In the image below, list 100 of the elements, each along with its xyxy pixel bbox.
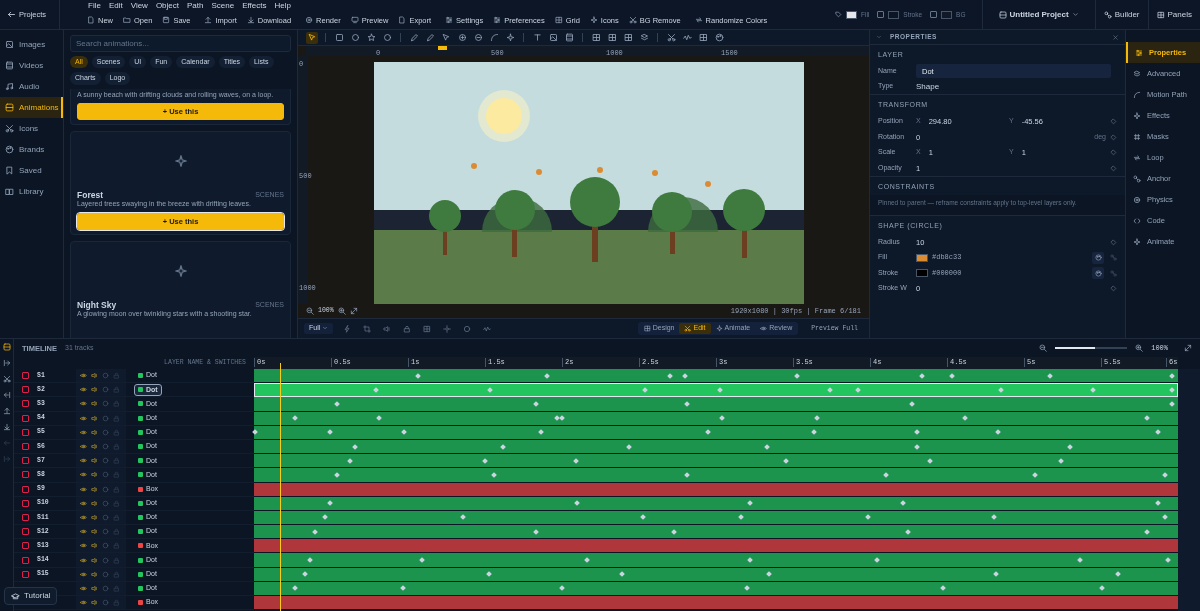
keyframe-marker[interactable] [334, 401, 340, 407]
sidebar-item[interactable]: Images [0, 34, 63, 55]
keyframe-marker[interactable] [538, 429, 545, 436]
color-swatch[interactable] [846, 10, 857, 19]
speaker-icon[interactable] [91, 457, 98, 465]
keyframe-marker[interactable] [1046, 372, 1053, 379]
track-checkbox[interactable] [22, 513, 29, 521]
keyframe-marker[interactable] [855, 386, 862, 393]
eyedropper-button[interactable] [1092, 267, 1104, 280]
speaker-icon[interactable] [91, 485, 98, 493]
speaker-icon[interactable] [91, 556, 98, 564]
keyframe-marker[interactable] [927, 457, 934, 464]
menu-item[interactable]: Path [183, 1, 208, 11]
menu-item[interactable]: View [126, 1, 152, 11]
keyframe-marker[interactable] [738, 514, 744, 521]
speaker-icon[interactable] [91, 542, 98, 550]
tool-button[interactable] [472, 31, 484, 44]
sidebar-item[interactable]: Animations [0, 97, 63, 118]
track-checkbox[interactable] [22, 570, 29, 578]
menu-item[interactable]: Scene [207, 1, 239, 11]
keyframe-marker[interactable] [414, 372, 421, 379]
header-button[interactable]: Builder [1094, 0, 1148, 29]
track-lane[interactable] [254, 596, 1178, 611]
lock-icon[interactable] [113, 372, 120, 380]
eye-icon[interactable] [80, 528, 87, 536]
keyframe-marker[interactable] [291, 415, 298, 421]
track-checkbox[interactable] [22, 400, 29, 408]
tool-button[interactable] [697, 31, 709, 44]
keyframe-marker[interactable] [1067, 443, 1073, 450]
tool-button[interactable] [622, 31, 634, 44]
keyframe-marker[interactable] [1162, 472, 1168, 478]
track-lane[interactable] [254, 369, 1178, 384]
menu-item[interactable]: Object [151, 1, 183, 11]
keyframe-marker[interactable] [351, 443, 358, 450]
keyframe-marker[interactable] [499, 443, 506, 450]
keyframe-marker[interactable] [1169, 386, 1176, 393]
keyframe-marker[interactable] [684, 472, 691, 478]
track-checkbox[interactable] [22, 556, 29, 564]
tool-button[interactable] [488, 31, 500, 44]
keyframe-marker[interactable] [718, 415, 725, 421]
eye-icon[interactable] [80, 372, 87, 380]
circle-icon[interactable] [102, 443, 109, 451]
track-checkbox[interactable] [22, 414, 29, 422]
keyframe-marker[interactable] [995, 429, 1001, 436]
speaker-icon[interactable] [91, 528, 98, 536]
keyframe-marker[interactable] [747, 500, 753, 507]
circle-icon[interactable] [102, 528, 109, 536]
circle-icon[interactable] [102, 428, 109, 436]
color-swatch[interactable] [888, 10, 900, 19]
keyframe-marker[interactable] [1162, 514, 1168, 521]
keyframe-marker[interactable] [1165, 557, 1171, 563]
keyframe-marker[interactable] [375, 415, 382, 421]
keyframe-marker[interactable] [486, 386, 493, 393]
track-lane[interactable] [254, 397, 1178, 412]
circle-icon[interactable] [102, 400, 109, 408]
eye-icon[interactable] [80, 428, 87, 436]
expand-icon[interactable] [2, 455, 11, 463]
scissors-icon[interactable] [2, 375, 11, 383]
keyframe-marker[interactable] [873, 557, 880, 563]
lock-icon[interactable] [113, 542, 120, 550]
eye-icon[interactable] [80, 599, 87, 607]
menu-item[interactable]: Help [270, 1, 295, 11]
color-swatch[interactable] [941, 10, 953, 19]
keyframe-marker[interactable] [940, 585, 947, 592]
speaker-icon[interactable] [91, 584, 98, 592]
lock-icon[interactable] [113, 471, 120, 479]
eye-icon[interactable] [80, 386, 87, 394]
keyframe-marker[interactable] [865, 514, 872, 521]
lock-icon[interactable] [113, 386, 120, 394]
sidebar-item[interactable]: Audio [0, 76, 63, 97]
keyframe-marker[interactable] [961, 415, 968, 421]
track-lane[interactable] [254, 383, 1178, 398]
color-swatch[interactable] [916, 253, 928, 262]
speaker-icon[interactable] [91, 428, 98, 436]
tool-button[interactable] [408, 31, 420, 44]
keyframe-marker[interactable] [491, 472, 498, 478]
lock-icon[interactable] [113, 528, 120, 536]
circle-icon[interactable] [102, 513, 109, 521]
lock-icon[interactable] [113, 485, 120, 493]
tool-button[interactable] [456, 31, 468, 44]
keyframe-marker[interactable] [764, 443, 770, 450]
keyframe-marker[interactable] [626, 443, 632, 450]
circle-icon[interactable] [102, 457, 109, 465]
circle-icon[interactable] [102, 570, 109, 578]
lock-icon[interactable] [113, 457, 120, 465]
tool-button[interactable] [590, 31, 602, 44]
eye-icon[interactable] [80, 457, 87, 465]
eye-icon[interactable] [80, 485, 87, 493]
tool-button[interactable] [424, 31, 436, 44]
keyframe-marker[interactable] [914, 443, 921, 450]
keyframe-marker[interactable] [642, 386, 648, 393]
keyframe-marker[interactable] [684, 401, 691, 407]
keyframe-marker[interactable] [326, 500, 333, 507]
eyedropper-button[interactable] [1092, 251, 1104, 264]
tool-button[interactable] [563, 31, 575, 44]
eye-icon[interactable] [80, 499, 87, 507]
tool-button[interactable] [531, 31, 543, 44]
tool-button[interactable] [381, 31, 393, 44]
keyframe-marker[interactable] [533, 401, 539, 407]
keyframe-marker[interactable] [997, 386, 1004, 393]
